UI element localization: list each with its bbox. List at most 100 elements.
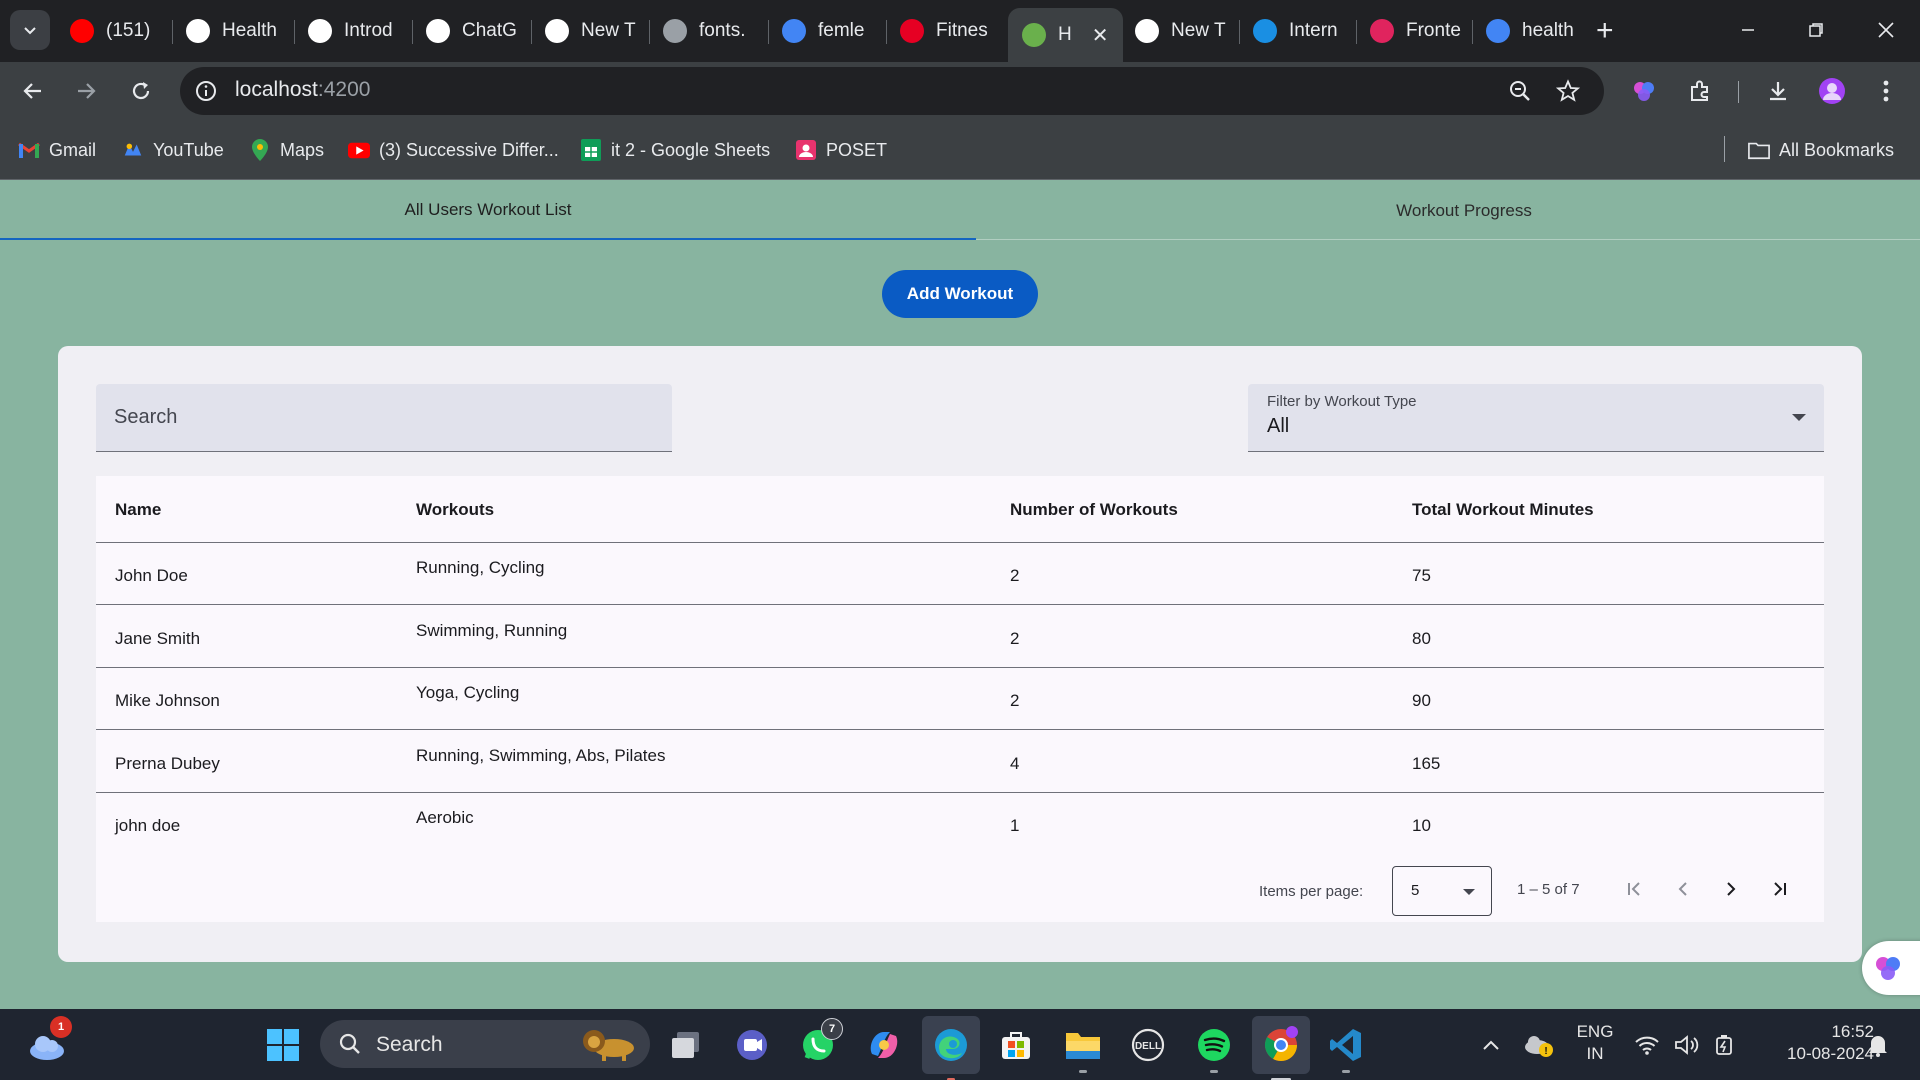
reload-button[interactable] [121,71,161,111]
workout-type-filter-select[interactable]: Filter by Workout Type All [1248,384,1824,452]
taskbar-search-box[interactable]: Search [320,1020,650,1068]
browser-tab[interactable]: Health [186,10,296,52]
first-page-button[interactable] [1620,874,1650,904]
microsoft-store-button[interactable] [995,1024,1037,1066]
tab-separator [412,20,413,44]
tab-workout-progress[interactable]: Workout Progress [976,181,1920,240]
restore-icon [1809,23,1823,37]
column-header-total-minutes[interactable]: Total Workout Minutes [1412,500,1594,520]
address-bar[interactable]: localhost:4200 [180,67,1604,115]
ai-extension-icon[interactable] [1630,77,1658,105]
spotify-icon [1198,1029,1230,1061]
table-row[interactable]: Jane Smith Swimming, Running 2 80 [96,606,1824,668]
cell-number-of-workouts: 2 [1010,566,1020,585]
show-hidden-icons-button[interactable] [1470,1024,1512,1066]
browser-tab[interactable]: femle [782,10,888,52]
edge-button[interactable] [922,1016,980,1080]
forward-button[interactable] [66,71,106,111]
extensions-puzzle-icon[interactable] [1686,77,1714,105]
dropdown-arrow-icon [1463,889,1475,895]
items-per-page-select[interactable]: 5 [1392,866,1492,916]
copilot-button[interactable] [863,1024,905,1066]
site-info-icon[interactable] [194,79,218,103]
column-header-number-of-workouts[interactable]: Number of Workouts [1010,500,1178,520]
last-page-button[interactable] [1764,874,1794,904]
table-row[interactable]: Mike Johnson Yoga, Cycling 2 90 [96,668,1824,730]
tab-label: Workout Progress [1396,200,1532,220]
start-button[interactable] [262,1024,304,1066]
browser-tab[interactable]: ChatG [426,10,533,52]
bookmark-star-icon[interactable] [1556,79,1580,103]
zoom-icon[interactable] [1508,79,1532,103]
table-row[interactable]: john doe Aerobic 1 10 [96,793,1824,855]
dell-app-button[interactable]: DELL [1127,1024,1169,1066]
browser-tab[interactable]: health [1486,10,1586,52]
openai-icon [426,19,450,43]
youtube-icon [348,139,370,161]
clock[interactable]: 16:52 10-08-2024 [1754,1021,1874,1065]
running-indicator [1210,1070,1218,1073]
lion-illustration-icon [583,1030,634,1061]
more-menu-icon[interactable] [1872,77,1900,105]
close-tab-icon[interactable]: ✕ [1092,23,1109,48]
volume-status[interactable] [1672,1024,1702,1066]
workout-list-card: Search Filter by Workout Type All Name W… [58,346,1862,962]
search-input[interactable]: Search [96,384,672,452]
close-window-button[interactable] [1866,10,1906,50]
cell-number-of-workouts: 4 [1010,753,1020,773]
tab-title: Health [222,20,277,41]
restore-button[interactable] [1796,10,1836,50]
next-page-button[interactable] [1716,874,1746,904]
wifi-icon [1635,1036,1659,1055]
all-bookmarks-button[interactable]: All Bookmarks [1748,137,1894,163]
browser-tab[interactable]: H ✕ [1008,8,1123,62]
bookmark-maps[interactable]: Maps [249,137,324,163]
notifications-button[interactable] [1858,1024,1898,1066]
minimize-button[interactable] [1728,10,1768,50]
tab-all-users-workout-list[interactable]: All Users Workout List [0,181,976,240]
previous-page-button[interactable] [1668,874,1698,904]
battery-status[interactable] [1710,1024,1740,1066]
column-header-workouts[interactable]: Workouts [416,500,494,520]
onedrive-status[interactable]: ! [1518,1024,1560,1066]
bookmark-google-sheets[interactable]: it 2 - Google Sheets [580,137,770,163]
download-icon[interactable] [1764,77,1792,105]
classroom-icon [795,139,817,161]
browser-tab[interactable]: Fronte [1370,10,1474,52]
new-tab-button[interactable]: + [1596,14,1614,48]
browser-tab[interactable]: New T [1135,10,1241,52]
table-row[interactable]: Prerna Dubey Running, Swimming, Abs, Pila… [96,731,1824,793]
whatsapp-button[interactable]: 7 [797,1018,843,1066]
browser-tab[interactable]: Fitnes [900,10,1000,52]
browser-tab[interactable]: Introd [308,10,414,52]
chrome-button[interactable] [1252,1016,1310,1080]
bookmark-youtube[interactable]: YouTube [122,137,224,163]
browser-tab[interactable]: Intern [1253,10,1358,52]
weather-widget[interactable]: 1 [26,1016,72,1066]
profile-avatar-icon[interactable] [1818,77,1846,105]
file-explorer-button[interactable] [1062,1024,1104,1073]
back-button[interactable] [13,71,53,111]
teams-chat-button[interactable] [731,1024,773,1066]
vscode-button[interactable] [1325,1024,1367,1073]
bookmark-poset[interactable]: POSET [795,137,887,163]
table-row[interactable]: John Doe Running, Cycling 2 75 [96,543,1824,605]
cell-total-minutes: 10 [1412,816,1431,835]
language-indicator[interactable]: ENG IN [1568,1021,1622,1065]
add-workout-button[interactable]: Add Workout [882,270,1038,318]
url-text[interactable]: localhost:4200 [235,78,370,102]
chrome-icon [545,19,569,43]
wifi-status[interactable] [1632,1024,1662,1066]
browser-tab[interactable]: (151) [70,10,174,52]
browser-tab[interactable]: fonts. [663,10,770,52]
tab-search-button[interactable] [10,10,50,50]
bookmark-successive-differ[interactable]: (3) Successive Differ... [348,137,559,163]
bookmark-gmail[interactable]: Gmail [18,137,96,163]
chrome-icon [1135,19,1159,43]
spotify-button[interactable] [1193,1024,1235,1073]
assistant-floating-button[interactable] [1862,941,1920,995]
tab-title: New T [581,20,636,41]
task-view-button[interactable] [665,1024,707,1066]
column-header-name[interactable]: Name [115,500,161,520]
browser-tab[interactable]: New T [545,10,651,52]
